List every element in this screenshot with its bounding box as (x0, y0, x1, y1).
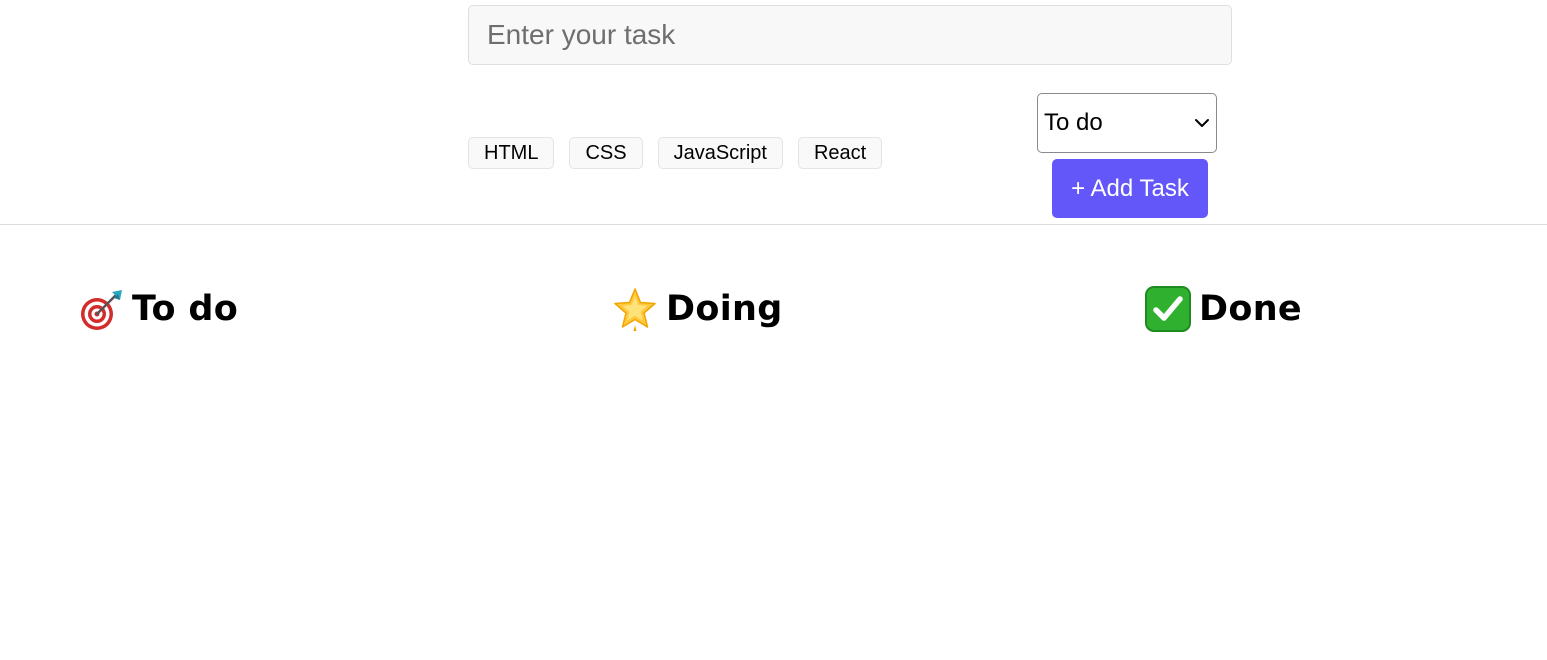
task-form-header: HTML CSS JavaScript React To do + Add Ta… (0, 0, 1547, 225)
target-dart-icon (81, 290, 122, 330)
column-heading-done: Done (1145, 285, 1302, 333)
task-input[interactable] (468, 5, 1232, 65)
column-heading-todo: To do (78, 285, 238, 333)
status-select-value: To do (1044, 109, 1103, 136)
status-select[interactable]: To do (1037, 93, 1217, 153)
column-title-done: Done (1199, 289, 1302, 329)
tag-button-html[interactable]: HTML (468, 137, 555, 169)
tag-button-javascript[interactable]: JavaScript (657, 137, 783, 169)
add-task-button[interactable]: + Add Task (1052, 159, 1208, 218)
tag-button-css[interactable]: CSS (569, 137, 643, 169)
column-heading-doing: Doing (612, 285, 783, 333)
glowing-star-icon (614, 288, 656, 331)
chevron-down-icon (1195, 119, 1209, 127)
column-title-todo: To do (132, 289, 239, 329)
tag-button-react[interactable]: React (797, 137, 883, 169)
column-title-doing: Doing (666, 289, 783, 329)
check-mark-button-icon (1145, 286, 1191, 332)
tag-list: HTML CSS JavaScript React (468, 137, 883, 169)
task-manager-page: HTML CSS JavaScript React To do + Add Ta… (0, 0, 1547, 660)
